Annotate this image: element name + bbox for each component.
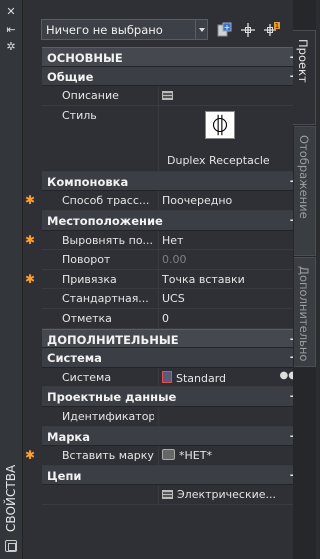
quick-select-icon[interactable]: + <box>216 21 234 39</box>
section-circuits[interactable]: Цепи− <box>42 465 305 486</box>
palette-title-strip: ✕ ⇤ ✲ СВОЙСТВА <box>0 0 23 559</box>
tag-icon <box>162 449 175 461</box>
property-row-elevation[interactable]: Отметка 0 <box>42 308 305 329</box>
category-additional[interactable]: ДОПОЛНИТЕЛЬНЫЕ− <box>42 328 305 349</box>
toggle-pickadd-icon[interactable]: 1 <box>263 21 281 39</box>
section-tag[interactable]: Марка− <box>42 426 305 447</box>
close-icon[interactable]: ✕ <box>4 6 18 18</box>
tab-display[interactable]: Отображение <box>294 126 316 256</box>
property-row-routing[interactable]: ✱ Способ трасс... Поочередно <box>25 191 305 211</box>
property-row-rotation[interactable]: Поворот 0.00 <box>42 250 305 270</box>
selection-value: Ничего не выбрано <box>46 23 163 37</box>
palette-title: СВОЙСТВА <box>4 464 18 532</box>
property-row-style[interactable]: Стиль Duplex Receptacle <box>42 105 305 172</box>
tab-project[interactable]: Проект <box>293 30 316 125</box>
section-project-data[interactable]: Проектные данные− <box>42 387 305 407</box>
palette-menu-icon[interactable] <box>5 540 17 552</box>
modified-marker-icon: ✱ <box>24 448 36 463</box>
section-general[interactable]: Общие− <box>42 66 305 87</box>
chevron-down-icon[interactable] <box>195 20 207 39</box>
property-row-description[interactable]: Описание <box>42 86 305 106</box>
system-icon <box>162 370 172 383</box>
property-row-circuits[interactable]: Электрические... <box>42 485 305 505</box>
select-objects-icon[interactable] <box>239 21 257 39</box>
toolbar: Ничего не выбрано + 1 <box>41 19 311 41</box>
circuits-editor-icon[interactable] <box>162 490 173 500</box>
property-row-anchor[interactable]: ✱ Привязка Точка вставки <box>25 269 305 290</box>
svg-text:+: + <box>224 23 231 32</box>
gear-icon[interactable]: ✲ <box>4 41 18 53</box>
property-row-system[interactable]: Система Standard ●● <box>42 367 305 388</box>
autohide-icon[interactable]: ⇤ <box>4 24 18 36</box>
section-system[interactable]: Система− <box>42 348 305 368</box>
tab-extended[interactable]: Дополнительно <box>294 257 316 367</box>
property-row-insert-tag[interactable]: ✱ Вставить марку *НЕТ* <box>25 446 305 466</box>
property-grid: ОСНОВНЫЕ− Общие− Описание Стиль Duplex R… <box>25 47 305 505</box>
modified-marker-icon: ✱ <box>24 193 36 208</box>
section-location[interactable]: Местоположение− <box>42 210 305 231</box>
modified-marker-icon: ✱ <box>24 232 36 247</box>
modified-marker-icon: ✱ <box>24 271 36 286</box>
property-row-identifier[interactable]: Идентификатор <box>42 406 305 427</box>
property-row-standard[interactable]: Стандартная... UCS <box>42 289 305 309</box>
properties-panel: Ничего не выбрано + 1 ОСНОВНЫЕ− Общие− О… <box>23 0 305 559</box>
style-preview[interactable]: Duplex Receptacle <box>158 105 305 171</box>
palette-tabs: Проект Отображение Дополнительно <box>293 0 316 559</box>
svg-text:1: 1 <box>275 22 279 30</box>
property-row-align[interactable]: ✱ Выровнять по... Нет <box>25 230 305 251</box>
description-editor-icon[interactable] <box>162 91 173 101</box>
section-layout[interactable]: Компоновка− <box>42 171 305 192</box>
category-basic[interactable]: ОСНОВНЫЕ− <box>42 47 305 67</box>
receptacle-preview-image <box>205 110 235 139</box>
selection-dropdown[interactable]: Ничего не выбрано <box>41 19 208 40</box>
